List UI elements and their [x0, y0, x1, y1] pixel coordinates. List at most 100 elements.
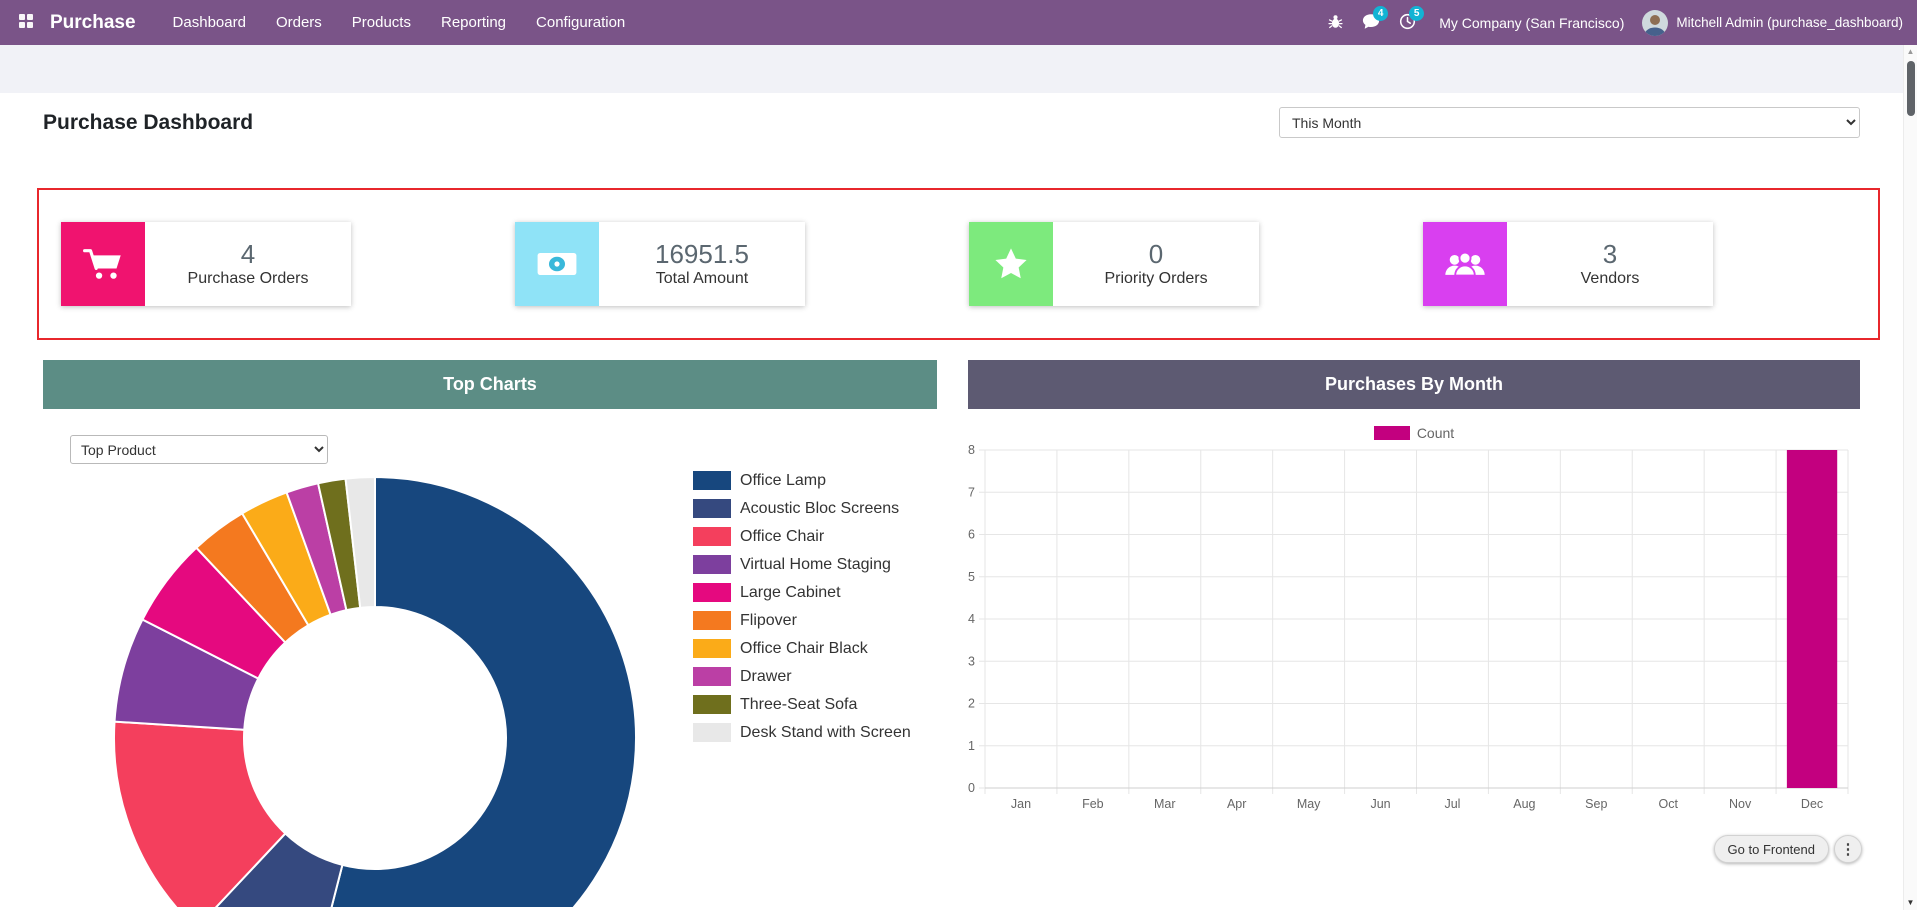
legend-swatch	[693, 499, 731, 518]
svg-text:Aug: Aug	[1513, 797, 1535, 811]
scrollbar-thumb[interactable]	[1907, 61, 1915, 116]
legend-item-office-chair[interactable]: Office Chair	[693, 527, 911, 546]
legend-item-flipover[interactable]: Flipover	[693, 611, 911, 630]
svg-text:Mar: Mar	[1154, 797, 1176, 811]
kpi-value-purchase-orders: 4	[241, 240, 255, 269]
control-panel-strip	[0, 45, 1917, 93]
bar-dec[interactable]	[1787, 450, 1837, 788]
legend-item-office-chair-black[interactable]: Office Chair Black	[693, 639, 911, 658]
svg-text:Nov: Nov	[1729, 797, 1752, 811]
svg-text:Apr: Apr	[1227, 797, 1246, 811]
purchases-by-month-panel: Purchases By Month Count 012345678JanFeb…	[968, 360, 1860, 907]
svg-text:Feb: Feb	[1082, 797, 1104, 811]
svg-text:5: 5	[968, 570, 975, 584]
app-brand[interactable]: Purchase	[50, 12, 136, 34]
purchases-by-month-body: Count 012345678JanFebMarAprMayJunJulAugS…	[968, 409, 1860, 907]
legend-swatch	[693, 639, 731, 658]
menu-orders[interactable]: Orders	[261, 0, 337, 45]
period-filter-select[interactable]: This Month	[1279, 107, 1860, 138]
vertical-scrollbar[interactable]: ▲ ▼	[1903, 45, 1917, 910]
svg-text:6: 6	[968, 528, 975, 542]
legend-label: Three-Seat Sofa	[740, 696, 857, 714]
page-title: Purchase Dashboard	[43, 111, 253, 135]
dashboard-main: Purchase Dashboard This Month 4Purchase …	[0, 107, 1917, 907]
legend-item-virtual-home-staging[interactable]: Virtual Home Staging	[693, 555, 911, 574]
users-icon	[1423, 222, 1507, 306]
menu-configuration[interactable]: Configuration	[521, 0, 640, 45]
legend-label: Office Lamp	[740, 472, 826, 490]
messages-badge: 4	[1373, 6, 1388, 21]
bar-chart-legend[interactable]: Count	[968, 425, 1860, 441]
top-chart-filter-select[interactable]: Top Product	[70, 435, 328, 464]
menu-products[interactable]: Products	[337, 0, 426, 45]
messages-button[interactable]: 4	[1353, 0, 1389, 45]
scroll-down-arrow[interactable]: ▼	[1904, 896, 1917, 910]
legend-item-large-cabinet[interactable]: Large Cabinet	[693, 583, 911, 602]
top-charts-header: Top Charts	[43, 360, 937, 409]
money-icon	[515, 222, 599, 306]
frontend-fab: Go to Frontend ⋮	[1714, 835, 1862, 863]
legend-item-office-lamp[interactable]: Office Lamp	[693, 471, 911, 490]
kpi-label-purchase-orders: Purchase Orders	[188, 270, 309, 288]
legend-label: Office Chair Black	[740, 640, 868, 658]
company-switcher[interactable]: My Company (San Francisco)	[1439, 15, 1624, 31]
menu-dashboard[interactable]: Dashboard	[158, 0, 261, 45]
svg-text:Jan: Jan	[1011, 797, 1031, 811]
kpi-label-vendors: Vendors	[1581, 270, 1640, 288]
kpi-label-total-amount: Total Amount	[656, 270, 749, 288]
kpi-card-priority-orders[interactable]: 0Priority Orders	[969, 222, 1259, 306]
kpi-card-purchase-orders[interactable]: 4Purchase Orders	[61, 222, 351, 306]
cart-icon	[61, 222, 145, 306]
legend-swatch	[693, 471, 731, 490]
debug-button[interactable]	[1317, 0, 1353, 45]
bug-icon	[1327, 13, 1344, 33]
avatar	[1642, 10, 1668, 36]
apps-menu-button[interactable]	[10, 0, 42, 45]
kpi-value-vendors: 3	[1603, 240, 1617, 269]
main-menu: DashboardOrdersProductsReportingConfigur…	[158, 0, 641, 45]
legend-swatch	[693, 695, 731, 714]
svg-text:Sep: Sep	[1585, 797, 1607, 811]
svg-text:2: 2	[968, 697, 975, 711]
kpi-card-vendors[interactable]: 3Vendors	[1423, 222, 1713, 306]
svg-text:7: 7	[968, 485, 975, 499]
kpi-card-total-amount[interactable]: 16951.5Total Amount	[515, 222, 805, 306]
user-name: Mitchell Admin (purchase_dashboard)	[1676, 15, 1903, 30]
legend-swatch	[693, 527, 731, 546]
legend-item-three-seat-sofa[interactable]: Three-Seat Sofa	[693, 695, 911, 714]
donut-legend: Office Lamp Acoustic Bloc Screens Office C…	[693, 471, 911, 751]
legend-label: Acoustic Bloc Screens	[740, 500, 899, 518]
svg-text:Jul: Jul	[1444, 797, 1460, 811]
count-legend-label: Count	[1417, 425, 1454, 441]
kpi-row-highlight: 4Purchase Orders 16951.5Total Amount 0Prio…	[37, 188, 1880, 340]
legend-item-drawer[interactable]: Drawer	[693, 667, 911, 686]
legend-label: Flipover	[740, 612, 797, 630]
legend-swatch	[693, 723, 731, 742]
legend-item-desk-stand-with-screen[interactable]: Desk Stand with Screen	[693, 723, 911, 742]
kpi-value-priority-orders: 0	[1149, 240, 1163, 269]
legend-swatch	[693, 611, 731, 630]
svg-text:Jun: Jun	[1370, 797, 1390, 811]
activities-badge: 5	[1409, 6, 1424, 21]
legend-item-acoustic-bloc-screens[interactable]: Acoustic Bloc Screens	[693, 499, 911, 518]
charts-row: Top Charts Top Product Office Lamp Acoust…	[43, 360, 1874, 907]
scroll-up-arrow[interactable]: ▲	[1904, 45, 1917, 59]
menu-reporting[interactable]: Reporting	[426, 0, 521, 45]
svg-text:Oct: Oct	[1658, 797, 1678, 811]
svg-text:Dec: Dec	[1801, 797, 1823, 811]
more-options-button[interactable]: ⋮	[1834, 835, 1862, 863]
purchases-by-month-header: Purchases By Month	[968, 360, 1860, 409]
user-menu[interactable]: Mitchell Admin (purchase_dashboard)	[1642, 10, 1903, 36]
count-legend-swatch	[1374, 426, 1410, 440]
legend-label: Drawer	[740, 668, 792, 686]
top-navbar: Purchase DashboardOrdersProductsReportin…	[0, 0, 1917, 45]
apps-grid-icon	[18, 13, 34, 32]
star-icon	[969, 222, 1053, 306]
go-to-frontend-button[interactable]: Go to Frontend	[1714, 835, 1829, 863]
svg-text:1: 1	[968, 739, 975, 753]
activities-button[interactable]: 5	[1389, 0, 1425, 45]
svg-text:3: 3	[968, 654, 975, 668]
legend-label: Desk Stand with Screen	[740, 724, 911, 742]
svg-text:8: 8	[968, 443, 975, 457]
top-charts-body: Top Product Office Lamp Acoustic Bloc Scr…	[43, 409, 937, 907]
